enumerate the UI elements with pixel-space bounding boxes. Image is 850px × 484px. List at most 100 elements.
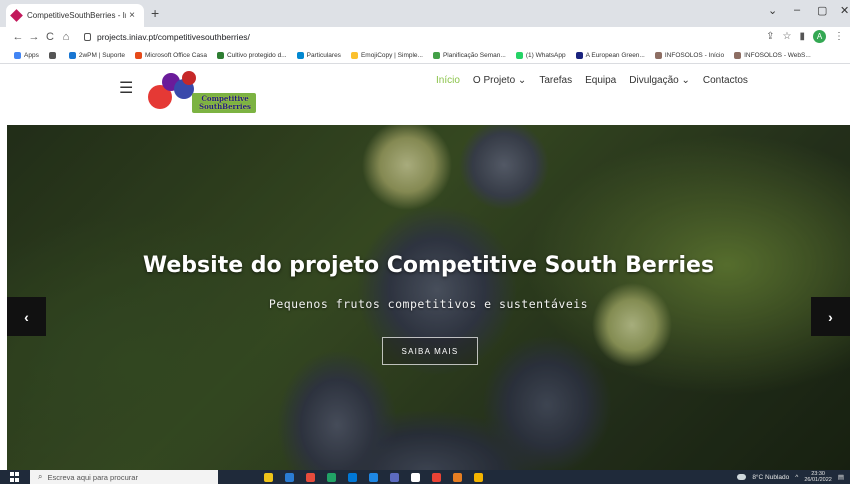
main-nav: Início O Projeto ⌄ Tarefas Equipa Divulg… <box>436 75 748 86</box>
nav-equipa[interactable]: Equipa <box>585 75 616 86</box>
url-field[interactable]: projects.iniav.pt/competitivesouthberrie… <box>84 29 744 45</box>
taskbar-app-icon[interactable] <box>264 472 273 482</box>
bookmark-label: EmojiCopy | Simple... <box>360 51 423 59</box>
logo-text-line2: SouthBerries <box>199 102 251 111</box>
bookmark-favicon-icon <box>14 51 21 59</box>
bookmark-item[interactable]: (1) WhatsApp <box>515 51 566 59</box>
bookmark-favicon-icon <box>216 51 224 59</box>
raspberry-graphic <box>182 71 196 85</box>
slider-next-button[interactable]: › <box>811 297 850 336</box>
bookmark-label: INFOSOLOS - WebS... <box>744 51 811 59</box>
clock-date: 26/01/2022 <box>804 477 832 483</box>
bookmark-item[interactable]: INFOSOLOS - Início <box>654 51 725 59</box>
bookmark-item[interactable]: Planificação Seman... <box>432 51 506 59</box>
bookmark-item[interactable]: EmojiCopy | Simple... <box>350 51 423 59</box>
taskbar-app-icon[interactable] <box>369 472 378 482</box>
profile-avatar[interactable]: A <box>813 30 826 43</box>
bookmark-item[interactable]: Particulares <box>296 51 341 59</box>
bookmark-label: Planificação Seman... <box>442 51 506 59</box>
taskbar-search-field[interactable]: ⌕ Escreva aqui para procurar <box>30 470 218 484</box>
taskbar-apps <box>264 472 483 482</box>
chevron-left-icon: ‹ <box>24 308 29 325</box>
slider-prev-button[interactable]: ‹ <box>7 297 46 336</box>
bookmark-label: Cultivo protegido d... <box>226 51 287 59</box>
taskbar-app-icon[interactable] <box>411 472 420 482</box>
taskbar-app-icon[interactable] <box>432 472 441 482</box>
nav-divulgacao[interactable]: Divulgação ⌄ <box>629 75 690 86</box>
taskbar-app-icon[interactable] <box>327 472 336 482</box>
bookmark-favicon-icon <box>575 51 583 59</box>
bookmark-favicon-icon <box>734 51 742 59</box>
hamburger-menu-icon[interactable]: ☰ <box>119 78 133 98</box>
bookmark-label: Microsoft Office Casa <box>144 51 207 59</box>
share-icon[interactable]: ⇪ <box>766 31 774 42</box>
windows-start-icon[interactable] <box>10 472 24 482</box>
bookmark-label: A European Green... <box>585 51 645 59</box>
nav-inicio[interactable]: Início <box>436 75 460 86</box>
bookmark-item[interactable]: 2wPM | Suporte <box>68 51 125 59</box>
bookmark-favicon-icon <box>654 51 662 59</box>
taskbar-app-icon[interactable] <box>453 472 462 482</box>
taskbar-search-placeholder: Escreva aqui para procurar <box>47 472 138 482</box>
bookmark-item[interactable]: Microsoft Office Casa <box>134 51 207 59</box>
bookmark-item[interactable]: Cultivo protegido d... <box>216 51 287 59</box>
bookmark-label: Apps <box>24 51 39 59</box>
browser-menu-icon[interactable]: ⋮ <box>834 31 844 42</box>
lock-icon <box>84 33 91 41</box>
bookmark-favicon-icon <box>350 51 358 59</box>
tab-title: CompetitiveSouthBerries - Início <box>27 11 126 20</box>
tray-chevron-icon[interactable]: ^ <box>795 474 798 481</box>
site-favicon-icon <box>10 9 23 22</box>
bookmark-item[interactable]: Apps <box>14 51 39 59</box>
bookmark-label: (1) WhatsApp <box>525 51 566 59</box>
clock[interactable]: 23:30 26/01/2022 <box>804 471 832 483</box>
saiba-mais-button[interactable]: SAIBA MAIS <box>382 337 478 365</box>
notifications-icon[interactable]: ▤ <box>838 473 844 481</box>
tab-search-icon[interactable]: ⌄ <box>768 4 777 17</box>
bookmark-favicon-icon <box>432 51 440 59</box>
logo-text: Competitive SouthBerries <box>194 95 256 111</box>
bookmark-favicon-icon <box>134 51 142 59</box>
weather-text: 8°C Nublado <box>752 473 790 481</box>
sidebar-icon[interactable]: ▮ <box>799 31 805 42</box>
hero-title: Website do projeto Competitive South Ber… <box>142 253 715 278</box>
taskbar-app-icon[interactable] <box>474 472 483 482</box>
bookmark-favicon-icon <box>515 51 523 59</box>
bookmark-label: 2wPM | Suporte <box>78 51 125 59</box>
bookmark-item[interactable]: INFOSOLOS - WebS... <box>734 51 811 59</box>
address-bar-row: ← → C ⌂ projects.iniav.pt/competitivesou… <box>0 27 850 47</box>
windows-taskbar: ⌕ Escreva aqui para procurar 8°C Nublado… <box>0 470 850 484</box>
bookmark-favicon-icon <box>48 51 56 59</box>
maximize-button[interactable]: ▢ <box>817 4 827 17</box>
chevron-right-icon: › <box>828 308 833 325</box>
reload-icon[interactable]: C <box>42 31 58 43</box>
bookmark-label: INFOSOLOS - Início <box>664 51 725 59</box>
home-icon[interactable]: ⌂ <box>58 31 74 43</box>
bookmark-star-icon[interactable]: ☆ <box>783 31 792 42</box>
taskbar-app-icon[interactable] <box>306 472 315 482</box>
back-icon[interactable]: ← <box>10 31 26 43</box>
bookmark-label: Particulares <box>306 51 341 59</box>
nav-contactos[interactable]: Contactos <box>703 75 748 86</box>
tab-close-icon[interactable]: × <box>126 10 138 21</box>
forward-icon[interactable]: → <box>26 31 42 43</box>
taskbar-app-icon[interactable] <box>390 472 399 482</box>
nav-o-projeto[interactable]: O Projeto ⌄ <box>473 75 526 86</box>
screen: CompetitiveSouthBerries - Início × + ⌄ –… <box>0 0 850 484</box>
site-logo[interactable]: Competitive SouthBerries <box>146 69 256 121</box>
browser-tab[interactable]: CompetitiveSouthBerries - Início × <box>6 4 144 27</box>
bookmark-item[interactable]: A European Green... <box>575 51 645 59</box>
bookmark-favicon-icon <box>68 51 76 59</box>
bookmark-item[interactable] <box>48 51 59 59</box>
taskbar-app-icon[interactable] <box>285 472 294 482</box>
cloud-icon <box>737 474 747 480</box>
hero-slider: Website do projeto Competitive South Ber… <box>7 125 850 470</box>
taskbar-app-icon[interactable] <box>348 472 357 482</box>
new-tab-button[interactable]: + <box>151 5 159 21</box>
browser-toolbar-icons: ⇪ ☆ ▮ A ⋮ <box>766 30 844 43</box>
nav-tarefas[interactable]: Tarefas <box>539 75 572 86</box>
bookmark-favicon-icon <box>296 51 304 59</box>
minimize-button[interactable]: – <box>794 4 800 16</box>
search-icon: ⌕ <box>38 472 43 481</box>
close-window-button[interactable]: ✕ <box>840 4 849 17</box>
